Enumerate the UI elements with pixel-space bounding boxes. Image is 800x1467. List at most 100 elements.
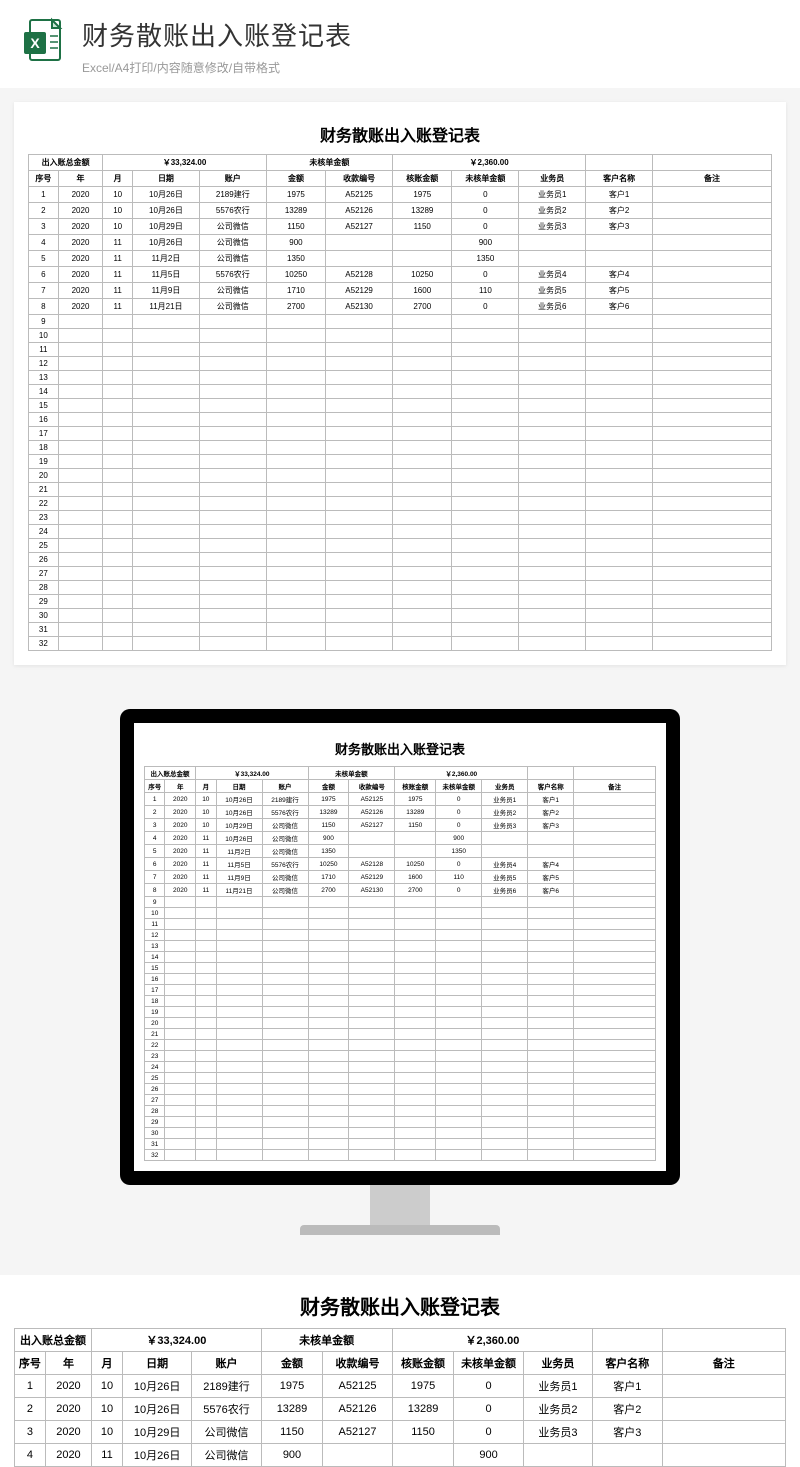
cell-seq: 16 (145, 974, 165, 985)
table-row-empty: 27 (29, 567, 772, 581)
cell-cust: 客户4 (528, 858, 574, 871)
column-header: 月 (103, 171, 133, 187)
cell-date: 10月26日 (216, 793, 262, 806)
table-row-empty: 11 (29, 343, 772, 357)
sheet-title-monitor: 财务散账出入账登记表 (144, 733, 656, 766)
column-header: 未核单金额 (452, 171, 519, 187)
table-row-empty: 11 (145, 919, 656, 930)
cell-amt: 1975 (266, 187, 325, 203)
cell-uamt: 1350 (452, 251, 519, 267)
cell-uamt: 900 (436, 832, 482, 845)
cell-year: 2020 (165, 871, 196, 884)
cell-cust: 客户5 (528, 871, 574, 884)
cell-code: A52125 (323, 1375, 392, 1398)
cell-acct: 公司微信 (199, 283, 266, 299)
cell-note (653, 203, 772, 219)
cell-cust (593, 1444, 662, 1467)
cell-amt: 2700 (266, 299, 325, 315)
summary-row: 出入账总金额￥33,324.00未核单金额￥2,360.00 (15, 1329, 786, 1352)
table-row: 120201010月26日2189建行1975A5212519750业务员1客户… (145, 793, 656, 806)
cell-cust: 客户2 (528, 806, 574, 819)
cell-code: A52129 (349, 871, 395, 884)
cell-date: 11月5日 (216, 858, 262, 871)
table-row-empty: 17 (145, 985, 656, 996)
cell-code (349, 832, 395, 845)
cell-vamt: 10250 (393, 267, 452, 283)
column-header: 月 (92, 1352, 123, 1375)
cell-date: 11月9日 (216, 871, 262, 884)
table-row-empty: 13 (145, 941, 656, 952)
cell-amt: 1150 (266, 219, 325, 235)
ledger-table-monitor: 出入账总金额￥33,324.00未核单金额￥2,360.00序号年月日期账户金额… (144, 766, 656, 1161)
table-row: 320201010月29日公司微信1150A5212711500业务员3客户3 (145, 819, 656, 832)
cell-seq: 11 (145, 919, 165, 930)
cell-sales: 业务员4 (482, 858, 528, 871)
table-row-empty: 29 (145, 1117, 656, 1128)
cell-vamt: 10250 (395, 858, 436, 871)
cell-seq: 31 (29, 623, 59, 637)
cell-note (653, 267, 772, 283)
summary-unverified-value: ￥2,360.00 (393, 155, 586, 171)
column-header-row: 序号年月日期账户金额收款编号核账金额未核单金额业务员客户名称备注 (145, 780, 656, 793)
cell-seq: 26 (145, 1084, 165, 1095)
table-row-empty: 32 (145, 1150, 656, 1161)
cell-note (574, 871, 656, 884)
cell-date: 10月26日 (133, 203, 200, 219)
cell-acct: 公司微信 (262, 884, 308, 897)
summary-row: 出入账总金额￥33,324.00未核单金额￥2,360.00 (29, 155, 772, 171)
cell-seq: 3 (29, 219, 59, 235)
cell-date: 10月26日 (122, 1398, 191, 1421)
cell-sales: 业务员3 (482, 819, 528, 832)
column-header: 业务员 (523, 1352, 592, 1375)
column-header: 月 (196, 780, 216, 793)
monitor-stand-neck (370, 1185, 430, 1225)
cell-seq: 18 (29, 441, 59, 455)
cell-seq: 24 (29, 525, 59, 539)
column-header: 客户名称 (528, 780, 574, 793)
cell-amt: 13289 (308, 806, 349, 819)
cell-amt: 10250 (308, 858, 349, 871)
cell-amt: 1150 (261, 1421, 323, 1444)
table-row-empty: 28 (145, 1106, 656, 1117)
table-row-empty: 15 (29, 399, 772, 413)
cell-vamt: 2700 (393, 299, 452, 315)
cell-seq: 27 (145, 1095, 165, 1106)
cell-seq: 19 (29, 455, 59, 469)
cell-month: 10 (103, 187, 133, 203)
cell-amt: 1975 (308, 793, 349, 806)
column-header: 备注 (574, 780, 656, 793)
excel-file-icon: X (20, 16, 68, 64)
cell-uamt: 0 (452, 219, 519, 235)
table-row-empty: 32 (29, 637, 772, 651)
header-text-block: 财务散账出入账登记表 Excel/A4打印/内容随意修改/自带格式 (82, 16, 352, 76)
cell-acct: 公司微信 (192, 1421, 261, 1444)
cell-uamt: 0 (436, 806, 482, 819)
cell-seq: 22 (145, 1040, 165, 1051)
table-row-empty: 14 (145, 952, 656, 963)
cell-seq: 23 (29, 511, 59, 525)
cell-uamt: 0 (452, 267, 519, 283)
table-row-empty: 22 (29, 497, 772, 511)
page-title: 财务散账出入账登记表 (82, 16, 352, 53)
page-header: X 财务散账出入账登记表 Excel/A4打印/内容随意修改/自带格式 (0, 0, 800, 88)
column-header: 备注 (662, 1352, 786, 1375)
table-row-empty: 21 (145, 1029, 656, 1040)
cell-seq: 14 (29, 385, 59, 399)
cell-sales: 业务员5 (482, 871, 528, 884)
table-row-empty: 18 (145, 996, 656, 1007)
cell-note (653, 235, 772, 251)
cell-uamt: 0 (454, 1398, 523, 1421)
cell-seq: 16 (29, 413, 59, 427)
summary-total-value: ￥33,324.00 (196, 767, 308, 780)
cell-seq: 9 (29, 315, 59, 329)
column-header: 金额 (266, 171, 325, 187)
cell-note (574, 858, 656, 871)
cell-note (653, 219, 772, 235)
table-row: 820201111月21日公司微信2700A5213027000业务员6客户6 (29, 299, 772, 315)
cell-uamt: 0 (436, 793, 482, 806)
cell-sales: 业务员2 (519, 203, 586, 219)
column-header-row: 序号年月日期账户金额收款编号核账金额未核单金额业务员客户名称备注 (15, 1352, 786, 1375)
cell-code: A52128 (326, 267, 393, 283)
cell-seq: 6 (29, 267, 59, 283)
cell-uamt: 0 (436, 858, 482, 871)
